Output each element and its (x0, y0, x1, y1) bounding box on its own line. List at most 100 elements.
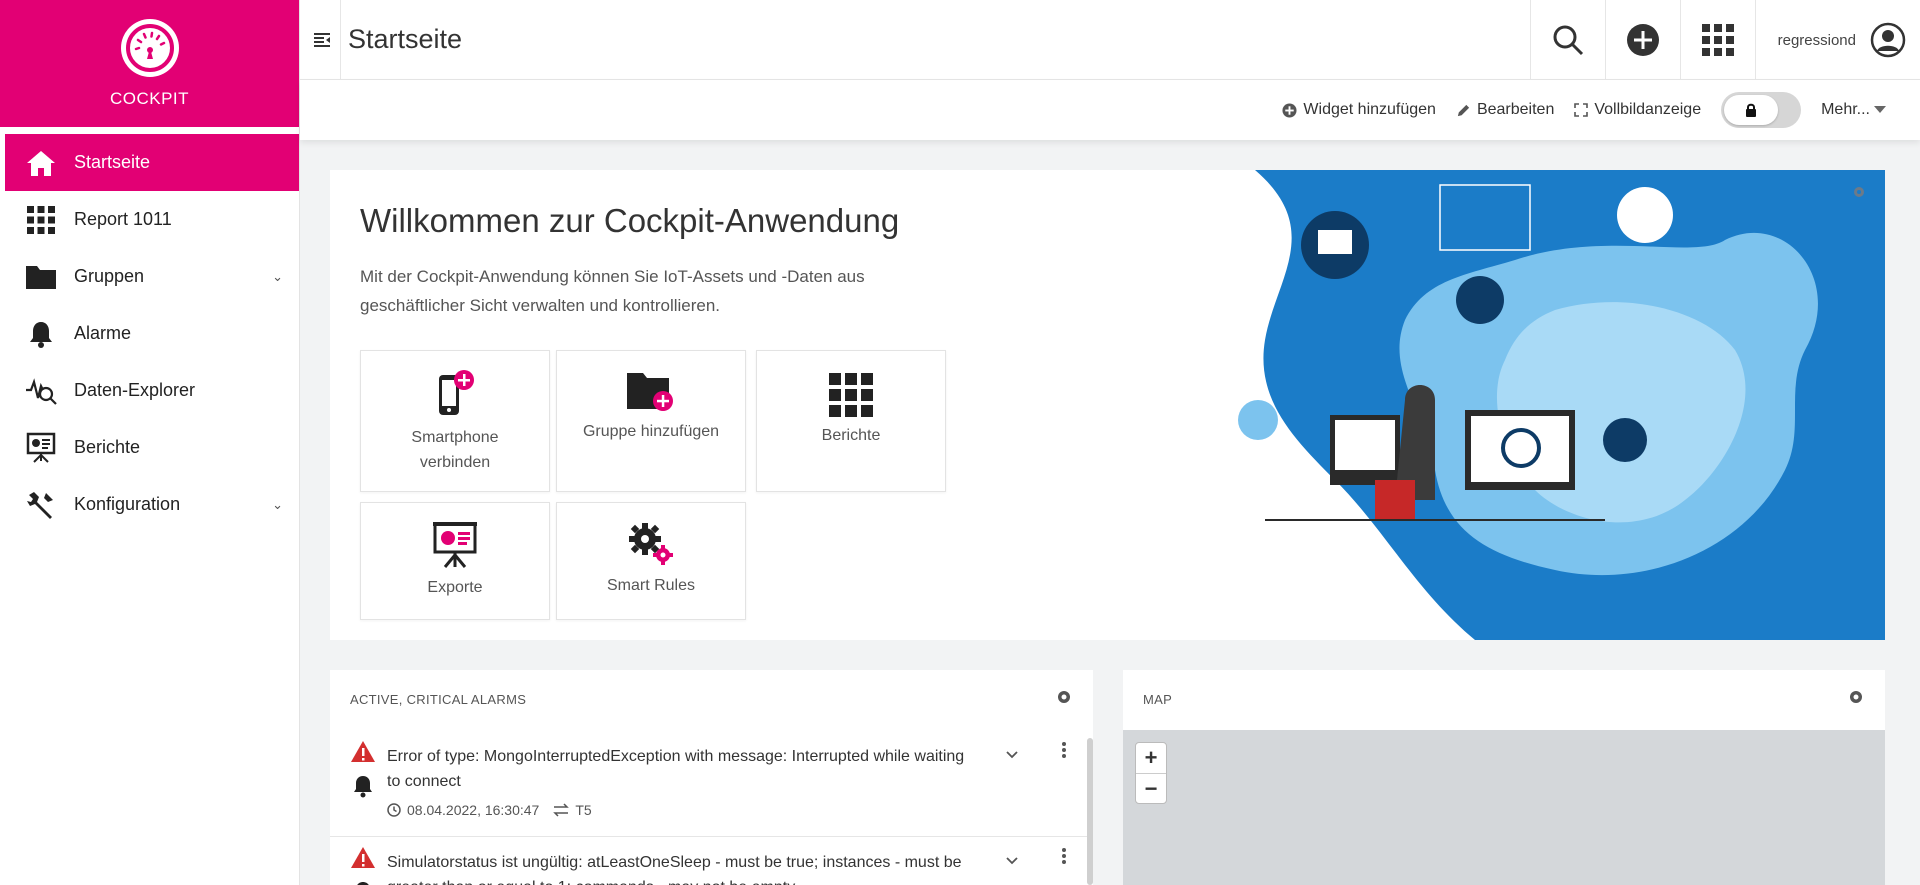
more-menu-button[interactable]: Mehr... (1821, 101, 1886, 119)
page-title: Startseite (348, 24, 463, 54)
alarm-meta: 08.04.2022, 16:30:47 T5 (387, 802, 592, 818)
bell-icon (357, 882, 369, 885)
edit-label: Bearbeiten (1476, 101, 1555, 118)
tile-label: Smartphone verbinden (411, 429, 499, 471)
sidebar-nav: Startseite Report 1011 Gruppen ⌄ Alarme … (0, 134, 299, 533)
plus-circle-icon (1627, 24, 1659, 56)
gears-icon (629, 523, 673, 565)
card-title: ACTIVE, CRITICAL ALARMS (350, 692, 527, 707)
smartphone-add-icon (439, 370, 474, 415)
sidebar-item-berichte[interactable]: Berichte (0, 419, 299, 476)
add-widget-button[interactable]: Widget hinzufügen (1282, 101, 1436, 119)
zoom-in-button[interactable]: + (1136, 743, 1166, 773)
user-menu[interactable]: regressiond (1755, 0, 1920, 80)
alarm-icons (350, 846, 376, 885)
sidebar-item-gruppen[interactable]: Gruppen ⌄ (0, 248, 299, 305)
bell-icon (24, 317, 58, 351)
sidebar-item-label: Startseite (74, 152, 151, 172)
gear-icon[interactable] (1847, 688, 1865, 711)
alarm-item[interactable]: Simulatorstatus ist ungültig: atLeastOne… (330, 846, 1090, 885)
sidebar-item-label: Alarme (74, 323, 132, 343)
tile-label: Berichte (821, 427, 881, 444)
clock-icon (387, 803, 401, 817)
alarm-source: T5 (575, 802, 592, 818)
scrollbar[interactable] (1087, 738, 1093, 885)
welcome-widget: Willkommen zur Cockpit-Anwendung Mit der… (330, 170, 1885, 640)
chevron-down-icon[interactable] (1006, 852, 1018, 870)
tile-smartphone-connect[interactable]: Smartphone verbinden (360, 350, 550, 492)
tile-reports[interactable]: Berichte (756, 350, 946, 492)
tile-smart-rules[interactable]: Smart Rules (556, 502, 746, 620)
folder-icon (24, 260, 58, 294)
tile-exports[interactable]: Exporte (360, 502, 550, 620)
brand-header[interactable]: COCKPIT (0, 0, 299, 127)
lock-icon (1724, 95, 1779, 125)
tile-label: Smart Rules (606, 577, 696, 594)
edit-button[interactable]: Bearbeiten (1456, 101, 1554, 119)
alarm-icons (350, 740, 376, 803)
sidebar-item-alarme[interactable]: Alarme (0, 305, 299, 362)
map-area[interactable]: + − (1123, 730, 1885, 885)
sidebar-item-report-1011[interactable]: Report 1011 (0, 191, 299, 248)
pencil-icon (1457, 104, 1470, 116)
sidebar-item-label: Report 1011 (74, 209, 172, 229)
fullscreen-label: Vollbildanzeige (1594, 101, 1702, 118)
sidebar-item-label: Konfiguration (74, 494, 181, 514)
more-label: Mehr... (1821, 101, 1870, 118)
sidebar-item-label: Gruppen (74, 266, 145, 286)
grid-icon (24, 203, 58, 237)
menu-toggle-icon[interactable] (310, 22, 334, 58)
app-switcher-button[interactable] (1680, 0, 1755, 80)
sidebar-item-label: Berichte (74, 437, 141, 457)
sidebar-item-label: Daten-Explorer (74, 380, 196, 400)
top-bar: Startseite regressiond (300, 0, 1920, 80)
cockpit-gauge-icon (120, 18, 179, 77)
transfer-icon (553, 803, 570, 817)
card-title: MAP (1143, 692, 1173, 707)
presentation-icon (24, 431, 58, 465)
data-explorer-icon (24, 374, 58, 408)
alarm-text: Simulatorstatus ist ungültig: atLeastOne… (387, 854, 962, 885)
grid-icon (1702, 24, 1734, 56)
tile-label: Gruppe hinzufügen (582, 423, 720, 440)
chevron-down-icon[interactable] (1006, 746, 1018, 764)
tile-add-group[interactable]: Gruppe hinzufügen (556, 350, 746, 492)
alarm-time: 08.04.2022, 16:30:47 (407, 802, 540, 818)
zoom-control: + − (1135, 742, 1167, 804)
user-avatar-icon (1870, 22, 1906, 58)
welcome-text: Mit der Cockpit-Anwendung können Sie IoT… (360, 267, 865, 315)
caret-down-icon (1874, 106, 1886, 113)
zoom-out-button[interactable]: − (1136, 773, 1166, 803)
bell-icon (354, 776, 372, 798)
top-actions: regressiond (1530, 0, 1920, 80)
divider (340, 0, 341, 80)
action-list: Widget hinzufügen Bearbeiten Vollbildanz… (1282, 80, 1920, 140)
alarm-item[interactable]: Error of type: MongoInterruptedException… (330, 740, 1090, 835)
plus-circle-icon (1282, 102, 1297, 118)
chevron-down-icon[interactable]: ⌄ (272, 497, 283, 513)
brand-name: COCKPIT (109, 88, 190, 108)
home-icon (24, 146, 58, 180)
presentation-chart-icon (433, 522, 477, 568)
fullscreen-button[interactable]: Vollbildanzeige (1574, 101, 1701, 119)
sidebar-item-startseite[interactable]: Startseite (5, 134, 299, 191)
more-vertical-icon[interactable] (1062, 848, 1066, 869)
username: regressiond (1777, 31, 1856, 49)
welcome-title: Willkommen zur Cockpit-Anwendung (360, 202, 900, 239)
chevron-down-icon[interactable]: ⌄ (272, 269, 283, 285)
critical-warning-icon (351, 847, 375, 868)
divider (330, 836, 1090, 837)
search-button[interactable] (1530, 0, 1605, 80)
lock-toggle[interactable] (1721, 92, 1802, 128)
more-vertical-icon[interactable] (1062, 742, 1066, 763)
folder-add-icon (627, 373, 673, 411)
action-bar: Widget hinzufügen Bearbeiten Vollbildanz… (300, 80, 1920, 140)
gear-icon[interactable] (1851, 184, 1867, 205)
add-button[interactable] (1605, 0, 1680, 80)
wrench-icon (24, 488, 58, 522)
gear-icon[interactable] (1055, 688, 1073, 711)
sidebar-item-konfiguration[interactable]: Konfiguration ⌄ (0, 476, 299, 533)
sidebar-item-daten-explorer[interactable]: Daten-Explorer (0, 362, 299, 419)
sidebar: COCKPIT Startseite Report 1011 Gruppen ⌄… (0, 0, 300, 885)
expand-icon (1574, 103, 1589, 117)
